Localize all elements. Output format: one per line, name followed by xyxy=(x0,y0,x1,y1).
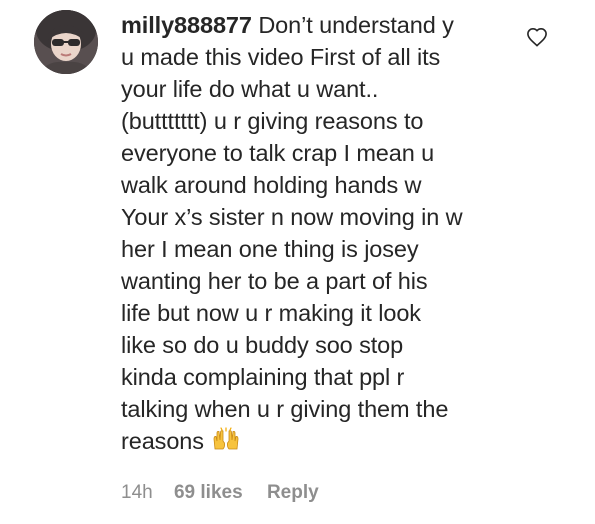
comment-username[interactable]: milly888877 xyxy=(121,12,252,38)
comment-text: milly888877 Don’t understand y u made th… xyxy=(121,9,517,459)
comment-text-line: Your x’s sister n now moving in w xyxy=(121,204,463,230)
comment-text-line: everyone to talk crap I mean u xyxy=(121,140,435,166)
comment-text-line: talking when u r giving them the xyxy=(121,396,449,422)
comment-text-line: wanting her to be a part of his xyxy=(121,268,428,294)
comment-text-line: Don’t understand y xyxy=(258,12,454,38)
avatar-photo xyxy=(34,10,98,74)
comment-text-line: her I mean one thing is josey xyxy=(121,236,419,262)
comment-text-line: your life do what u want.. xyxy=(121,76,379,102)
comment-view: milly888877 Don’t understand y u made th… xyxy=(0,0,595,524)
heart-outline-icon xyxy=(527,28,547,47)
like-button[interactable] xyxy=(526,27,548,47)
comment-line: milly888877 Don’t understand y xyxy=(121,9,517,41)
comment-text-line: kinda complaining that ppl r xyxy=(121,364,405,390)
comment-text-line: (buttttttt) u r giving reasons to xyxy=(121,108,424,134)
comment-meta: 14h 69 likes Reply xyxy=(121,481,319,505)
reply-button[interactable]: Reply xyxy=(267,481,319,505)
comment-line: reasons xyxy=(121,425,517,459)
comment-timestamp[interactable]: 14h xyxy=(121,481,153,505)
avatar[interactable] xyxy=(34,10,98,74)
comment-text-line: like so do u buddy soo stop xyxy=(121,332,404,358)
comment-text-line: walk around holding hands w xyxy=(121,172,422,198)
likes-count[interactable]: 69 likes xyxy=(174,481,243,505)
comment-text-line: life but now u r making it look xyxy=(121,300,421,326)
comment-text-line: reasons xyxy=(121,428,204,454)
raising-hands-icon xyxy=(212,427,240,459)
comment-text-line: u made this video First of all its xyxy=(121,44,441,70)
